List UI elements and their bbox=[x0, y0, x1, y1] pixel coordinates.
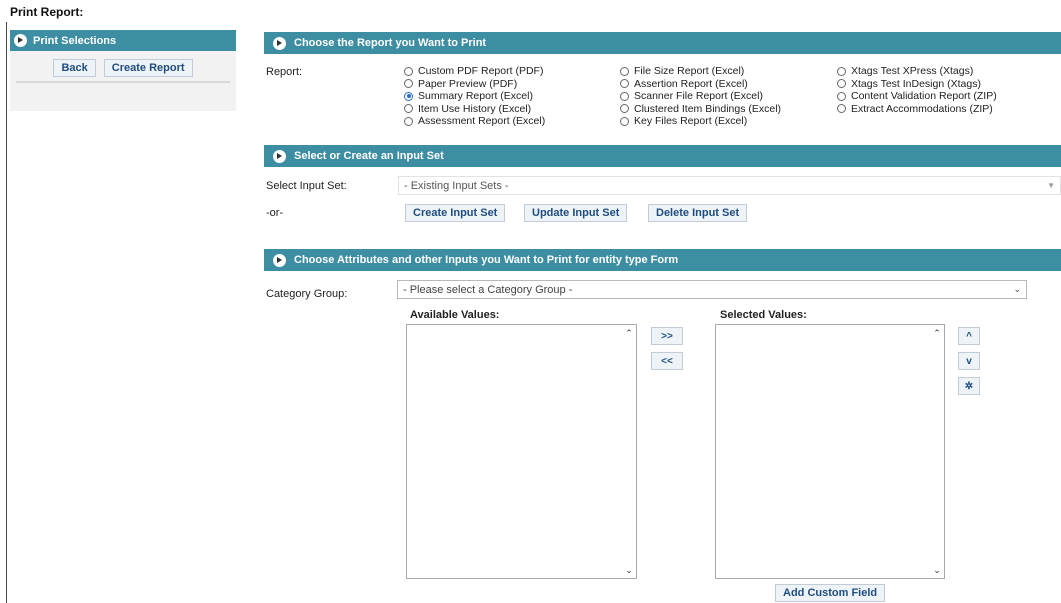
report-radio-column-2: File Size Report (Excel) Assertion Report… bbox=[620, 65, 781, 128]
report-option-label: Xtags Test XPress (Xtags) bbox=[851, 65, 974, 78]
report-option-label: Assertion Report (Excel) bbox=[634, 77, 748, 90]
report-option-label: Scanner File Report (Excel) bbox=[634, 90, 763, 103]
move-up-button[interactable]: ^ bbox=[958, 327, 980, 345]
report-option[interactable]: Paper Preview (PDF) bbox=[404, 78, 545, 91]
report-option-label: Extract Accommodations (ZIP) bbox=[851, 102, 993, 115]
remove-selected-button[interactable]: ✲ bbox=[958, 377, 980, 395]
move-down-button[interactable]: v bbox=[958, 352, 980, 370]
radio-button[interactable] bbox=[404, 79, 413, 89]
radio-button[interactable] bbox=[404, 116, 413, 126]
input-set-select-value: - Existing Input Sets - bbox=[404, 179, 509, 192]
or-label: -or- bbox=[266, 207, 284, 219]
move-left-button[interactable]: << bbox=[651, 352, 683, 370]
radio-button[interactable] bbox=[837, 79, 846, 89]
choose-report-header[interactable]: Choose the Report you Want to Print bbox=[264, 32, 1061, 54]
report-option-label: Paper Preview (PDF) bbox=[418, 77, 518, 90]
selected-values-list[interactable]: ⌃ ⌄ bbox=[715, 324, 945, 579]
arrow-circle-icon bbox=[14, 34, 27, 47]
radio-button[interactable] bbox=[620, 79, 629, 89]
radio-button[interactable] bbox=[404, 104, 413, 114]
report-option[interactable]: Assessment Report (Excel) bbox=[404, 115, 545, 128]
input-set-title: Select or Create an Input Set bbox=[294, 150, 444, 162]
report-option[interactable]: Summary Report (Excel) bbox=[404, 90, 545, 103]
attributes-header[interactable]: Choose Attributes and other Inputs you W… bbox=[264, 249, 1061, 271]
update-input-set-button[interactable]: Update Input Set bbox=[524, 204, 628, 222]
chevron-down-icon: ⌄ bbox=[1013, 284, 1021, 294]
report-option[interactable]: Key Files Report (Excel) bbox=[620, 115, 781, 128]
back-button[interactable]: Back bbox=[53, 59, 96, 77]
report-option-label: Custom PDF Report (PDF) bbox=[418, 65, 544, 78]
create-input-set-button[interactable]: Create Input Set bbox=[405, 204, 506, 222]
input-set-header[interactable]: Select or Create an Input Set bbox=[264, 145, 1061, 167]
report-option-label: File Size Report (Excel) bbox=[634, 65, 745, 78]
report-option[interactable]: Custom PDF Report (PDF) bbox=[404, 65, 545, 78]
print-selections-panel: Print Selections Back Create Report bbox=[10, 30, 236, 111]
arrow-circle-icon bbox=[273, 36, 286, 50]
report-option[interactable]: Content Validation Report (ZIP) bbox=[837, 90, 997, 103]
create-report-button[interactable]: Create Report bbox=[103, 59, 193, 77]
radio-button[interactable] bbox=[620, 116, 629, 126]
category-group-value: - Please select a Category Group - bbox=[403, 283, 573, 296]
page-title: Print Report: bbox=[10, 5, 84, 19]
available-values-list[interactable]: ⌃ ⌄ bbox=[406, 324, 637, 579]
scroll-up-icon[interactable]: ⌃ bbox=[932, 328, 942, 338]
report-option-label: Clustered Item Bindings (Excel) bbox=[634, 102, 782, 115]
report-option[interactable]: Item Use History (Excel) bbox=[404, 103, 545, 116]
radio-button[interactable] bbox=[837, 66, 846, 76]
available-values-label: Available Values: bbox=[410, 309, 500, 321]
scroll-down-icon[interactable]: ⌄ bbox=[932, 565, 942, 575]
report-option[interactable]: Clustered Item Bindings (Excel) bbox=[620, 103, 781, 116]
report-label: Report: bbox=[266, 66, 303, 78]
report-option-label: Content Validation Report (ZIP) bbox=[851, 90, 997, 103]
arrow-circle-icon bbox=[273, 149, 286, 163]
report-option[interactable]: Assertion Report (Excel) bbox=[620, 78, 781, 91]
radio-button[interactable] bbox=[837, 104, 846, 114]
input-set-select[interactable]: - Existing Input Sets - ▼ bbox=[398, 176, 1061, 195]
report-option-label: Key Files Report (Excel) bbox=[634, 115, 748, 128]
category-group-select[interactable]: - Please select a Category Group - ⌄ bbox=[397, 280, 1027, 299]
radio-button[interactable] bbox=[620, 91, 629, 101]
move-right-button[interactable]: >> bbox=[651, 327, 683, 345]
scroll-up-icon[interactable]: ⌃ bbox=[624, 328, 634, 338]
panel-divider bbox=[16, 81, 230, 83]
report-option-label: Item Use History (Excel) bbox=[418, 102, 532, 115]
report-option-label: Xtags Test InDesign (Xtags) bbox=[851, 77, 981, 90]
print-selections-title: Print Selections bbox=[33, 34, 117, 47]
select-input-set-label: Select Input Set: bbox=[266, 180, 347, 192]
dropdown-caret-icon: ▼ bbox=[1047, 181, 1055, 190]
report-option[interactable]: Extract Accommodations (ZIP) bbox=[837, 103, 997, 116]
divider-line bbox=[6, 22, 7, 603]
arrow-circle-icon bbox=[273, 253, 286, 267]
report-radio-column-1: Custom PDF Report (PDF) Paper Preview (PD… bbox=[404, 65, 545, 128]
report-option[interactable]: Scanner File Report (Excel) bbox=[620, 90, 781, 103]
radio-button[interactable] bbox=[620, 66, 629, 76]
print-selections-header[interactable]: Print Selections bbox=[10, 30, 236, 51]
scroll-down-icon[interactable]: ⌄ bbox=[624, 565, 634, 575]
radio-button[interactable] bbox=[620, 104, 629, 114]
category-group-label: Category Group: bbox=[266, 288, 348, 300]
radio-button[interactable] bbox=[837, 91, 846, 101]
choose-report-title: Choose the Report you Want to Print bbox=[294, 37, 487, 49]
attributes-title: Choose Attributes and other Inputs you W… bbox=[294, 254, 679, 266]
delete-input-set-button[interactable]: Delete Input Set bbox=[648, 204, 748, 222]
report-radio-column-3: Xtags Test XPress (Xtags) Xtags Test InDe… bbox=[837, 65, 997, 115]
report-option-label: Assessment Report (Excel) bbox=[418, 115, 546, 128]
add-custom-field-button[interactable]: Add Custom Field bbox=[775, 584, 886, 602]
radio-button[interactable] bbox=[404, 66, 413, 76]
report-option[interactable]: Xtags Test InDesign (Xtags) bbox=[837, 78, 997, 91]
radio-button[interactable] bbox=[404, 91, 413, 101]
selected-values-label: Selected Values: bbox=[720, 309, 807, 321]
report-option-label: Summary Report (Excel) bbox=[418, 90, 533, 103]
report-option[interactable]: Xtags Test XPress (Xtags) bbox=[837, 65, 997, 78]
report-option[interactable]: File Size Report (Excel) bbox=[620, 65, 781, 78]
